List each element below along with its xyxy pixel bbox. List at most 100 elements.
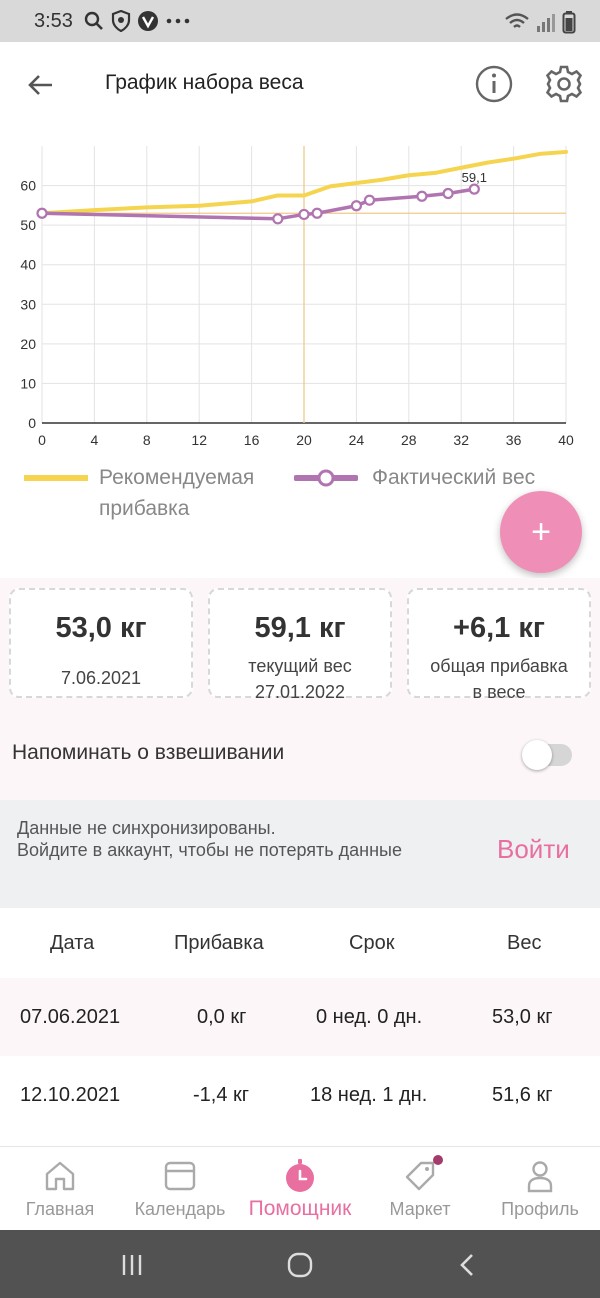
recent-apps-icon[interactable] — [118, 1252, 148, 1278]
x-tick-label: 32 — [453, 432, 469, 448]
nav-item-profile[interactable]: Профиль — [480, 1147, 600, 1231]
market-badge — [433, 1155, 443, 1165]
nav-label-profile: Профиль — [501, 1199, 579, 1219]
stat-gain-label-2: в весе — [472, 682, 526, 702]
table-row[interactable]: 12.10.2021 -1,4 кг 18 нед. 1 дн. 51,6 кг — [0, 1056, 600, 1134]
data-point-actual[interactable] — [468, 183, 480, 195]
more-dots-icon — [166, 18, 190, 24]
cell-term: 0 нед. 0 дн. — [316, 1006, 423, 1028]
data-point-actual[interactable] — [36, 207, 48, 219]
data-point-actual[interactable] — [272, 213, 284, 225]
sync-message: Данные не синхронизированы. Войдите в ак… — [17, 817, 447, 861]
y-tick-label: 40 — [20, 257, 36, 273]
stat-card-start: 53,0 кг 7.06.2021 — [9, 588, 193, 698]
y-tick-label: 10 — [20, 375, 36, 391]
stat-gain-label-1: общая прибавка — [430, 656, 568, 676]
stat-current-label: текущий вес — [248, 656, 352, 676]
status-time: 3:53 — [34, 9, 73, 32]
x-tick-label: 28 — [401, 432, 417, 448]
profile-icon — [527, 1161, 553, 1193]
assistant-clock-icon — [286, 1159, 314, 1192]
legend-label-recommended: Рекомендуемая прибавка — [99, 466, 255, 520]
nav-label-market: Маркет — [389, 1199, 451, 1219]
cell-date: 07.06.2021 — [20, 1006, 121, 1028]
status-bar: 3:53 — [0, 0, 600, 42]
nav-label-calendar: Календарь — [134, 1199, 226, 1219]
nav-item-market[interactable]: Маркет — [360, 1147, 480, 1231]
info-button[interactable] — [474, 64, 514, 104]
gear-icon — [545, 65, 583, 103]
x-tick-label: 20 — [296, 432, 312, 448]
x-tick-label: 12 — [191, 432, 207, 448]
cell-weight: 51,6 кг — [492, 1084, 553, 1106]
nav-label-assistant: Помощник — [248, 1197, 352, 1220]
x-tick-label: 24 — [349, 432, 365, 448]
stat-card-gain: +6,1 кг общая прибавка в весе — [407, 588, 591, 702]
info-icon — [475, 65, 513, 103]
data-point-actual[interactable] — [363, 194, 376, 206]
weight-chart-svg: 0 4 8 12 16 20 24 28 32 36 40 0 10 20 30 40 50 60 59,1 — [20, 146, 574, 448]
cell-weight: 53,0 кг — [492, 1006, 553, 1028]
data-label: 59,1 — [462, 170, 487, 185]
column-header-date: Дата — [50, 932, 95, 954]
home-circle-icon[interactable] — [285, 1252, 315, 1278]
y-tick-label: 60 — [20, 178, 36, 194]
weight-chart: 0 4 8 12 16 20 24 28 32 36 40 0 10 20 30 40 50 60 59,1 — [0, 130, 600, 460]
arrow-left-icon — [28, 75, 52, 95]
reminder-label: Напоминать о взвешивании — [12, 741, 285, 764]
legend-label-actual: Фактический вес — [372, 466, 536, 489]
nav-item-home[interactable]: Главная — [0, 1147, 120, 1231]
login-button[interactable]: Войти — [497, 834, 570, 865]
nav-item-assistant[interactable]: Помощник — [240, 1147, 360, 1231]
stats-section: 53,0 кг 7.06.2021 59,1 кг текущий вес 27… — [0, 578, 600, 708]
data-point-actual[interactable] — [298, 208, 310, 221]
home-icon — [45, 1161, 75, 1191]
signal-icon — [537, 14, 555, 32]
system-nav-bar — [0, 1230, 600, 1298]
back-button[interactable] — [22, 66, 60, 104]
legend-line-actual — [294, 469, 358, 487]
add-weight-button[interactable]: + — [500, 491, 582, 573]
tag-icon — [405, 1161, 435, 1191]
sync-message-line-2: Войдите в аккаунт, чтобы не потерять дан… — [17, 840, 402, 860]
data-point-actual[interactable] — [416, 190, 428, 202]
x-tick-label: 8 — [143, 432, 151, 448]
settings-button[interactable] — [544, 64, 584, 104]
data-point-actual[interactable] — [350, 200, 362, 212]
column-header-term: Срок — [349, 932, 395, 954]
data-point-actual[interactable] — [311, 207, 323, 219]
reminder-toggle[interactable] — [522, 740, 572, 770]
shield-icon — [111, 10, 131, 32]
stat-start-value: 53,0 кг — [55, 612, 147, 644]
x-tick-label: 4 — [91, 432, 99, 448]
page-title: График набора веса — [105, 71, 304, 94]
back-chevron-icon[interactable] — [452, 1252, 482, 1278]
legend-line-recommended — [24, 475, 88, 481]
table-row[interactable]: 07.06.2021 0,0 кг 0 нед. 0 дн. 53,0 кг — [0, 978, 600, 1056]
stat-gain-value: +6,1 кг — [453, 612, 545, 644]
sync-notice: Данные не синхронизированы. Войдите в ак… — [0, 800, 600, 908]
column-header-gain: Прибавка — [174, 932, 264, 954]
data-point-actual[interactable] — [442, 187, 454, 200]
nav-item-calendar[interactable]: Календарь — [120, 1147, 240, 1231]
legend-item-recommended: Рекомендуемая прибавка — [24, 462, 279, 524]
stat-card-current: 59,1 кг текущий вес 27.01.2022 — [208, 588, 392, 702]
wifi-icon — [505, 13, 529, 28]
y-tick-label: 30 — [20, 296, 36, 312]
toggle-knob — [522, 740, 552, 770]
x-tick-label: 16 — [244, 432, 260, 448]
x-tick-label: 40 — [558, 432, 574, 448]
reminder-row: Напоминать о взвешивании — [0, 708, 600, 800]
plus-icon: + — [531, 512, 551, 551]
legend-item-actual: Фактический вес — [294, 462, 535, 493]
cell-gain: -1,4 кг — [193, 1084, 250, 1106]
x-tick-label: 0 — [38, 432, 46, 448]
sync-message-line-1: Данные не синхронизированы. — [17, 818, 276, 838]
y-tick-label: 50 — [20, 217, 36, 233]
vpn-icon — [137, 11, 158, 31]
series-line-actual — [40, 187, 477, 221]
cell-term: 18 нед. 1 дн. — [310, 1084, 428, 1106]
stat-start-date: 7.06.2021 — [60, 668, 142, 688]
x-tick-label: 36 — [506, 432, 522, 448]
calendar-icon — [164, 1161, 196, 1191]
